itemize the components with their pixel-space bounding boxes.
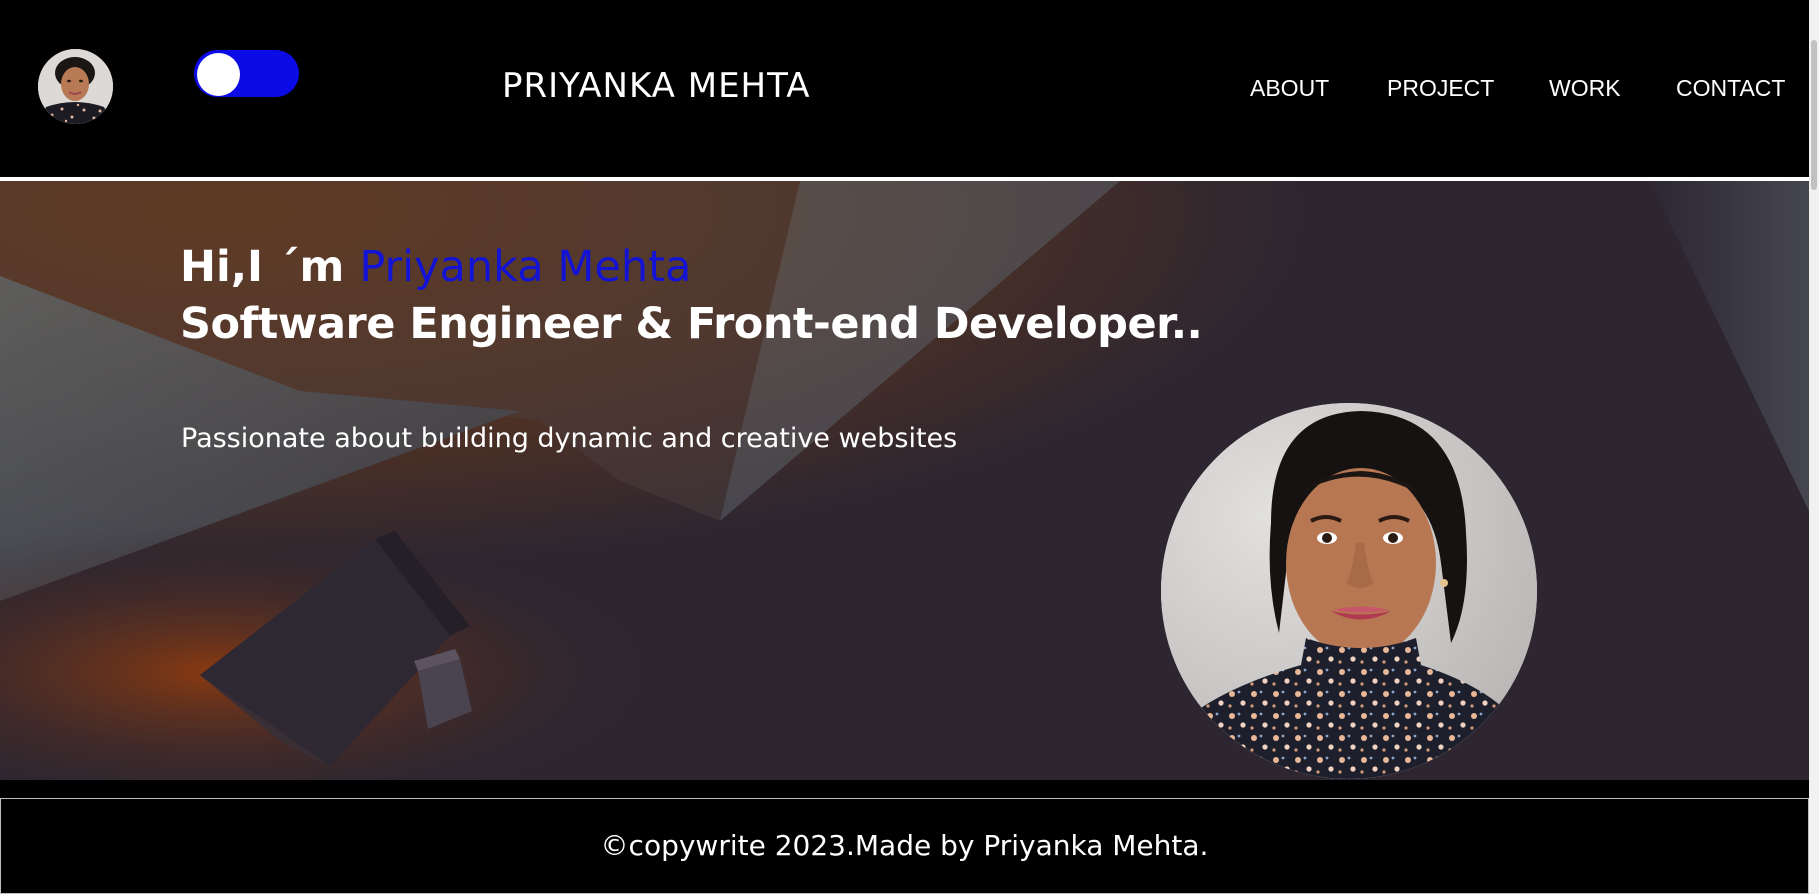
hero-tagline: Passionate about building dynamic and cr… [181,423,958,454]
nav-link-project[interactable]: PROJECT [1387,75,1494,102]
hero-title: Software Engineer & Front-end Developer.… [180,299,1203,349]
scrollbar-thumb[interactable] [1811,40,1817,190]
footer-copyright: ©copywrite 2023.Made by Priyanka Mehta. [600,829,1209,862]
hero-greeting: Hi,I ´m [180,242,360,292]
section-gap [0,780,1809,798]
nav-link-work[interactable]: WORK [1549,75,1621,102]
footer: ©copywrite 2023.Made by Priyanka Mehta. [0,798,1809,894]
page-scrollbar[interactable] [1809,0,1819,894]
nav-link-about[interactable]: ABOUT [1250,75,1329,102]
page: PRIYANKA MEHTA ABOUT PROJECT WORK CONTAC… [0,0,1819,894]
nav-links: ABOUT PROJECT WORK CONTACT [0,75,1809,105]
navbar: PRIYANKA MEHTA ABOUT PROJECT WORK CONTAC… [0,0,1809,177]
hero-name: Priyanka Mehta [359,242,692,292]
nav-link-contact[interactable]: CONTACT [1676,75,1785,102]
hero-profile-photo [1161,403,1537,779]
hero-section: Hi,I ´m Priyanka Mehta Software Engineer… [0,181,1809,780]
hero-greeting-line: Hi,I ´m Priyanka Mehta [180,242,691,292]
